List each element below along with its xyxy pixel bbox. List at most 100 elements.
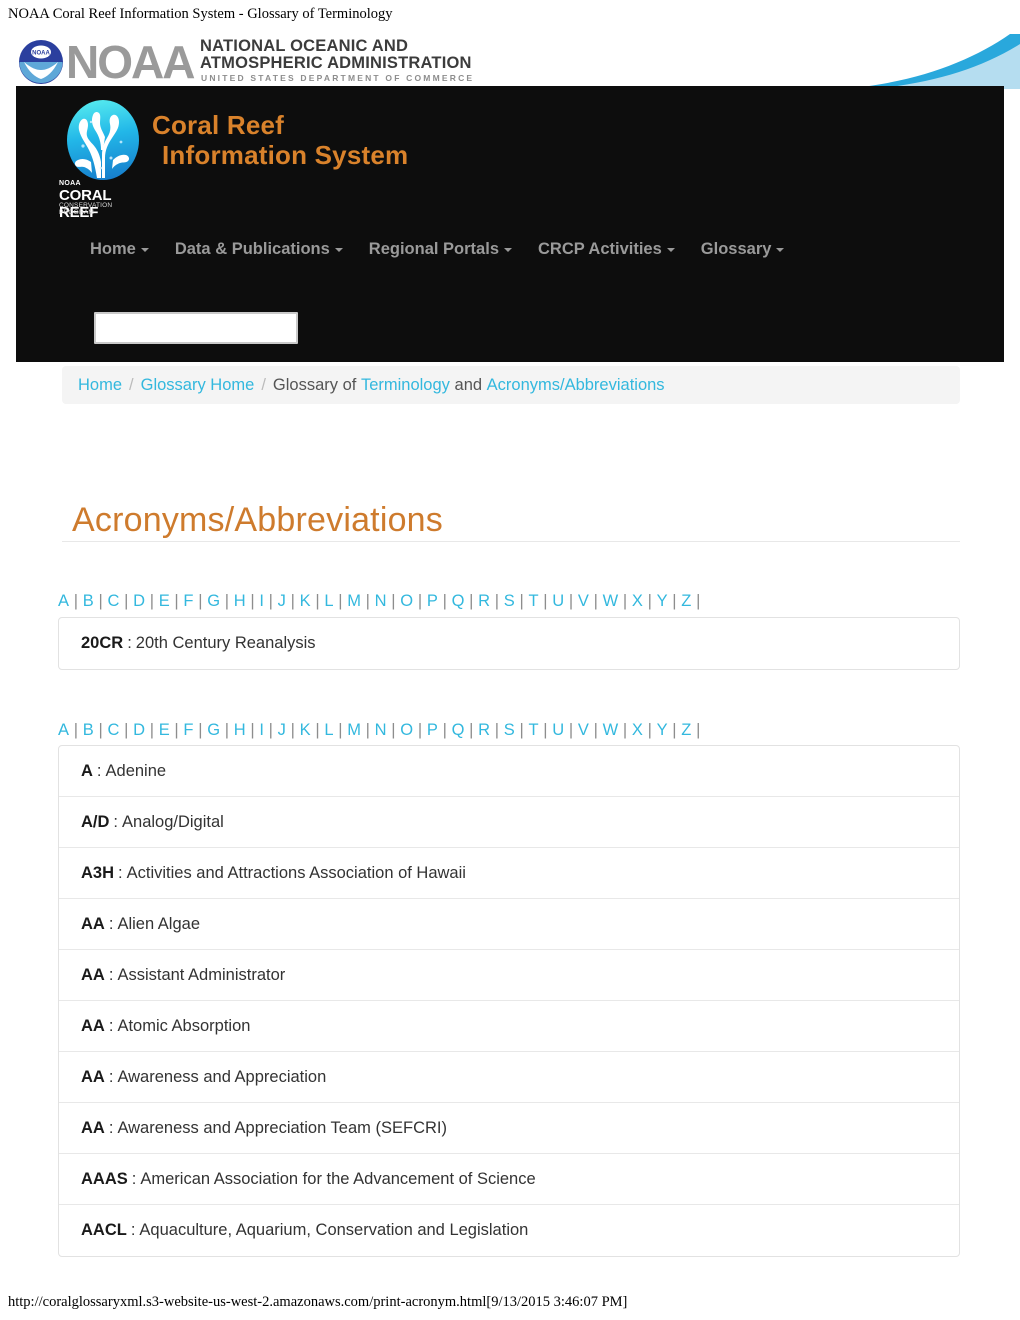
acronym-separator: : bbox=[118, 863, 123, 882]
acronym-definition: Awareness and Appreciation Team (SEFCRI) bbox=[117, 1118, 447, 1137]
alpha-separator: | bbox=[290, 592, 296, 610]
breadcrumb-glossary-home[interactable]: Glossary Home bbox=[141, 376, 255, 395]
alpha-link-o[interactable]: O bbox=[400, 721, 413, 739]
breadcrumb-terminology[interactable]: Terminology bbox=[361, 376, 450, 395]
acronym-term: AACL bbox=[81, 1221, 127, 1239]
alpha-link-t[interactable]: T bbox=[528, 592, 538, 610]
alpha-separator: | bbox=[224, 721, 230, 739]
nav-label-crcp-activities: CRCP Activities bbox=[538, 240, 662, 258]
nav-label-glossary: Glossary bbox=[700, 240, 772, 258]
alpha-link-z[interactable]: Z bbox=[681, 592, 691, 610]
alpha-link-m[interactable]: M bbox=[347, 721, 361, 739]
alpha-link-l[interactable]: L bbox=[324, 592, 333, 610]
alpha-separator: | bbox=[469, 592, 474, 610]
alpha-separator: | bbox=[391, 721, 396, 739]
alpha-separator: | bbox=[365, 721, 371, 739]
alpha-link-g[interactable]: G bbox=[207, 592, 220, 610]
alpha-link-q[interactable]: Q bbox=[452, 592, 465, 610]
alpha-link-r[interactable]: R bbox=[478, 592, 490, 610]
alpha-link-j[interactable]: J bbox=[278, 721, 286, 739]
breadcrumb-prefix: Glossary of bbox=[272, 375, 357, 394]
coral-reef-logo[interactable]: NOAA CORAL REEF CONSERVATION PROGRAM bbox=[57, 100, 149, 221]
alpha-link-w[interactable]: W bbox=[603, 592, 619, 610]
search-input[interactable] bbox=[94, 312, 298, 344]
alpha-link-a[interactable]: A bbox=[58, 592, 69, 610]
alpha-link-a[interactable]: A bbox=[58, 721, 69, 739]
alpha-link-n[interactable]: N bbox=[375, 721, 387, 739]
alpha-link-w[interactable]: W bbox=[603, 721, 619, 739]
alpha-link-q[interactable]: Q bbox=[452, 721, 465, 739]
alpha-link-o[interactable]: O bbox=[400, 592, 413, 610]
alpha-separator: | bbox=[338, 592, 343, 610]
alpha-link-t[interactable]: T bbox=[528, 721, 538, 739]
search-area bbox=[94, 312, 298, 344]
print-page-footer: http://coralglossaryxml.s3-website-us-we… bbox=[8, 1294, 628, 1310]
acronym-row: A: Adenine bbox=[59, 746, 959, 797]
alpha-link-b[interactable]: B bbox=[83, 592, 94, 610]
acronym-separator: : bbox=[131, 1169, 137, 1188]
nav-item-data-publications[interactable]: Data & Publications bbox=[175, 240, 343, 259]
alpha-link-e[interactable]: E bbox=[159, 721, 170, 739]
breadcrumb-home[interactable]: Home bbox=[78, 376, 122, 395]
alpha-separator: | bbox=[543, 721, 548, 739]
alpha-link-x[interactable]: X bbox=[632, 592, 643, 610]
breadcrumb-acronyms[interactable]: Acronyms/Abbreviations bbox=[487, 376, 665, 395]
alpha-link-f[interactable]: F bbox=[183, 592, 193, 610]
site-title[interactable]: Coral Reef Information System bbox=[152, 110, 408, 170]
nav-item-crcp-activities[interactable]: CRCP Activities bbox=[538, 240, 675, 259]
alpha-link-b[interactable]: B bbox=[83, 721, 94, 739]
alpha-link-l[interactable]: L bbox=[324, 721, 333, 739]
title-divider bbox=[62, 541, 960, 542]
acronym-row: AA: Awareness and Appreciation Team (SEFC… bbox=[59, 1103, 959, 1154]
alpha-separator: | bbox=[73, 721, 79, 739]
alpha-link-g[interactable]: G bbox=[207, 721, 220, 739]
alpha-link-k[interactable]: K bbox=[300, 592, 311, 610]
acronym-term: AA bbox=[81, 1016, 105, 1035]
alpha-link-d[interactable]: D bbox=[133, 592, 145, 610]
nav-item-home[interactable]: Home bbox=[90, 240, 149, 259]
alpha-link-e[interactable]: E bbox=[159, 592, 170, 610]
noaa-line3: UNITED STATES DEPARTMENT OF COMMERCE bbox=[201, 73, 475, 83]
nav-label-home: Home bbox=[90, 240, 136, 258]
noaa-masthead: NOAA NOAA NATIONAL OCEANIC AND ATMOSPHER… bbox=[0, 34, 1020, 89]
alpha-link-y[interactable]: Y bbox=[657, 721, 668, 739]
alpha-link-s[interactable]: S bbox=[504, 721, 515, 739]
alpha-link-z[interactable]: Z bbox=[681, 721, 691, 739]
alpha-link-u[interactable]: U bbox=[552, 592, 564, 610]
alpha-link-u[interactable]: U bbox=[552, 721, 564, 739]
alpha-separator: | bbox=[469, 721, 474, 739]
alpha-link-h[interactable]: H bbox=[234, 592, 246, 610]
alpha-link-y[interactable]: Y bbox=[657, 592, 668, 610]
alpha-link-c[interactable]: C bbox=[107, 592, 119, 610]
chevron-down-icon bbox=[504, 248, 512, 252]
alpha-link-d[interactable]: D bbox=[133, 721, 145, 739]
nav-item-regional-portals[interactable]: Regional Portals bbox=[369, 240, 512, 259]
alpha-link-x[interactable]: X bbox=[632, 721, 643, 739]
coral-reef-disc-icon bbox=[67, 100, 139, 180]
alpha-link-h[interactable]: H bbox=[234, 721, 246, 739]
alpha-link-p[interactable]: P bbox=[427, 721, 438, 739]
alpha-link-k[interactable]: K bbox=[300, 721, 311, 739]
alpha-link-n[interactable]: N bbox=[375, 592, 387, 610]
nav-label-regional-portals: Regional Portals bbox=[368, 240, 499, 258]
acronym-definition: Assistant Administrator bbox=[117, 965, 286, 984]
alpha-separator: | bbox=[442, 592, 448, 610]
alpha-separator: | bbox=[442, 721, 448, 739]
alpha-link-f[interactable]: F bbox=[183, 721, 193, 739]
alpha-link-p[interactable]: P bbox=[427, 592, 438, 610]
acronym-separator: : bbox=[96, 761, 102, 780]
alpha-link-m[interactable]: M bbox=[347, 592, 361, 610]
acronym-definition: Alien Algae bbox=[117, 914, 201, 933]
alpha-link-v[interactable]: V bbox=[578, 721, 589, 739]
acronym-separator: : bbox=[108, 965, 114, 984]
site-title-line1: Coral Reef bbox=[152, 110, 285, 140]
alpha-link-c[interactable]: C bbox=[107, 721, 119, 739]
acronym-separator: : bbox=[108, 914, 114, 933]
alpha-link-r[interactable]: R bbox=[478, 721, 490, 739]
nav-item-glossary[interactable]: Glossary bbox=[701, 240, 785, 259]
alpha-link-s[interactable]: S bbox=[504, 592, 515, 610]
alpha-link-j[interactable]: J bbox=[278, 592, 286, 610]
alpha-separator: | bbox=[124, 721, 129, 739]
page-title: Acronyms/Abbreviations bbox=[72, 500, 443, 539]
alpha-link-v[interactable]: V bbox=[578, 592, 589, 610]
